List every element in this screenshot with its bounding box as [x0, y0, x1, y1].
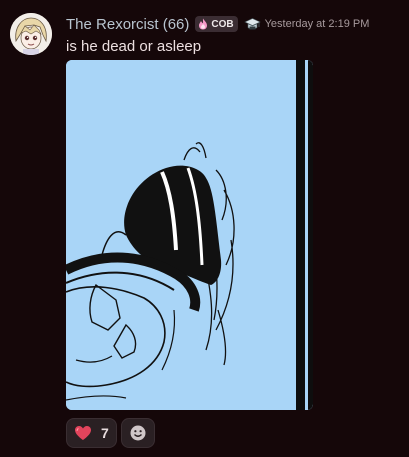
server-tag[interactable]: COB — [195, 16, 238, 32]
reaction-heart[interactable]: 7 — [66, 418, 117, 448]
image-attachment[interactable] — [66, 60, 313, 410]
mortarboard-icon[interactable] — [243, 16, 261, 33]
reaction-count: 7 — [101, 425, 109, 441]
reactions-bar: 7 — [66, 418, 155, 448]
message-timestamp: Yesterday at 2:19 PM — [264, 18, 370, 30]
add-reaction-button[interactable] — [120, 418, 155, 448]
author-name[interactable]: The Rexorcist (66) — [66, 16, 189, 33]
server-tag-label: COB — [211, 18, 234, 30]
smiley-icon — [130, 425, 146, 441]
user-avatar[interactable] — [10, 13, 52, 55]
flame-icon — [199, 18, 208, 30]
message-header: The Rexorcist (66) COB Yesterday at 2:19… — [66, 14, 369, 34]
chat-message: The Rexorcist (66) COB Yesterday at 2:19… — [0, 0, 409, 457]
heart-icon — [75, 426, 91, 440]
message-text: is he dead or asleep — [66, 38, 202, 55]
